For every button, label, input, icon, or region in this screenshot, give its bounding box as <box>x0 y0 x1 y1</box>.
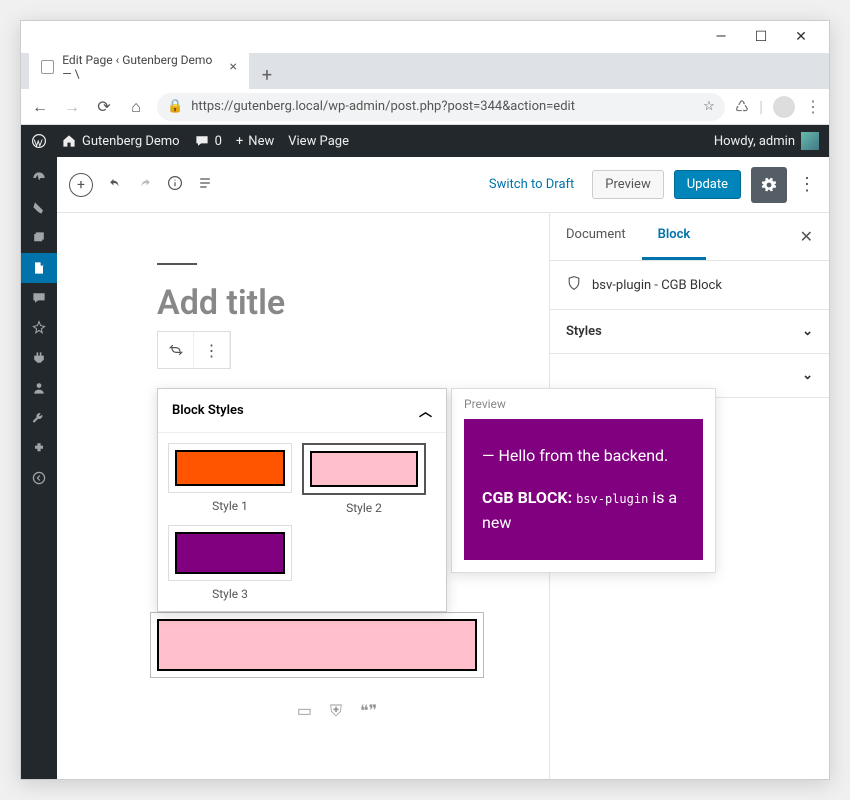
window-close-button[interactable]: ✕ <box>781 23 821 51</box>
browser-tabs-row: Edit Page ‹ Gutenberg Demo — \ × + <box>21 53 829 89</box>
home-icon <box>61 133 77 149</box>
quote-block-icon[interactable]: ❝❞ <box>360 701 377 721</box>
editor-canvas[interactable]: Add title ⋮ Block Styles ︿ <box>57 213 549 779</box>
tab-document[interactable]: Document <box>550 213 642 260</box>
browser-tab[interactable]: Edit Page ‹ Gutenberg Demo — \ × <box>29 45 249 89</box>
wp-admin-bar: Gutenberg Demo 0 + New View Page Howdy, … <box>21 125 829 157</box>
transform-block-button[interactable] <box>158 332 194 368</box>
wp-admin-menu <box>21 157 57 779</box>
menu-users[interactable] <box>21 373 57 403</box>
block-appender-icons: ▭ ⛨ ❝❞ <box>157 701 477 721</box>
chevron-down-icon: ⌄ <box>802 368 813 383</box>
selected-block[interactable] <box>157 619 477 671</box>
reload-button[interactable]: ⟳ <box>93 97 115 116</box>
home-button[interactable]: ⌂ <box>125 97 147 117</box>
url-text: https://gutenberg.local/wp-admin/post.ph… <box>191 99 695 114</box>
user-avatar <box>801 132 819 150</box>
preview-block-content: — Hello from the backend. CGB BLOCK: bsv… <box>464 419 703 560</box>
update-button[interactable]: Update <box>674 170 741 199</box>
menu-pages[interactable] <box>21 253 57 283</box>
howdy-user[interactable]: Howdy, admin <box>714 132 819 150</box>
window-maximize-button[interactable]: ☐ <box>741 23 781 51</box>
block-styles-heading[interactable]: Block Styles ︿ <box>158 389 446 433</box>
editor-top-toolbar: + Switch to Draft Preview Update ⋮ <box>57 157 829 213</box>
back-button[interactable]: ← <box>29 97 51 117</box>
image-block-icon[interactable]: ▭ <box>297 701 312 721</box>
profile-avatar[interactable] <box>773 96 795 118</box>
browser-window: — ☐ ✕ Edit Page ‹ Gutenberg Demo — \ × +… <box>20 20 830 780</box>
info-button[interactable] <box>167 175 183 195</box>
menu-comments[interactable] <box>21 283 57 313</box>
block-more-button[interactable]: ⋮ <box>194 332 230 368</box>
address-bar[interactable]: 🔒 https://gutenberg.local/wp-admin/post.… <box>157 93 725 121</box>
post-title-input[interactable]: Add title <box>157 263 529 323</box>
view-page-link[interactable]: View Page <box>288 134 349 149</box>
content-row: + Switch to Draft Preview Update ⋮ Add t… <box>21 157 829 779</box>
block-toolbar: ⋮ <box>157 331 231 369</box>
preview-button[interactable]: Preview <box>592 170 663 199</box>
style-option-3[interactable]: Style 3 <box>168 525 292 601</box>
preview-label: Preview <box>452 389 715 419</box>
comment-icon <box>194 133 210 149</box>
sidebar-panel-styles[interactable]: Styles ⌄ <box>550 310 829 354</box>
menu-appearance[interactable] <box>21 313 57 343</box>
menu-settings[interactable] <box>21 433 57 463</box>
gutenberg-editor: + Switch to Draft Preview Update ⋮ Add t… <box>57 157 829 779</box>
menu-tools[interactable] <box>21 403 57 433</box>
comments-link[interactable]: 0 <box>194 133 222 149</box>
settings-gear-button[interactable] <box>751 167 787 203</box>
chevron-down-icon: ⌄ <box>802 324 813 339</box>
star-icon[interactable]: ☆ <box>703 99 715 114</box>
menu-collapse[interactable] <box>21 463 57 493</box>
redo-button[interactable] <box>137 175 153 195</box>
style-option-2[interactable]: Style 2 <box>302 443 426 515</box>
sidebar-close-button[interactable]: ✕ <box>784 213 829 260</box>
sidebar-tabs: Document Block ✕ <box>550 213 829 261</box>
add-block-button[interactable]: + <box>69 173 93 197</box>
window-minimize-button[interactable]: — <box>701 23 741 51</box>
tab-favicon <box>41 60 54 74</box>
shield-block-icon[interactable]: ⛨ <box>330 701 342 721</box>
sidebar-block-header: bsv-plugin - CGB Block <box>550 261 829 310</box>
browser-toolbar: ← → ⟳ ⌂ 🔒 https://gutenberg.local/wp-adm… <box>21 89 829 125</box>
new-tab-button[interactable]: + <box>253 61 281 89</box>
lock-icon: 🔒 <box>167 99 183 114</box>
extension-icon[interactable]: ♺ <box>735 97 749 116</box>
undo-button[interactable] <box>107 175 123 195</box>
forward-button[interactable]: → <box>61 97 83 117</box>
menu-dashboard[interactable] <box>21 163 57 193</box>
more-options-button[interactable]: ⋮ <box>797 174 817 195</box>
tab-close-icon[interactable]: × <box>230 59 237 75</box>
shield-icon <box>566 275 582 295</box>
editor-body: Add title ⋮ Block Styles ︿ <box>57 213 829 779</box>
chevron-up-icon: ︿ <box>419 401 432 420</box>
plus-icon: + <box>236 134 243 149</box>
style-preview-popover: Preview — Hello from the backend. CGB BL… <box>451 388 716 573</box>
browser-menu-icon[interactable]: ⋮ <box>805 97 821 116</box>
menu-posts[interactable] <box>21 193 57 223</box>
wp-logo[interactable] <box>31 133 47 149</box>
tab-title: Edit Page ‹ Gutenberg Demo — \ <box>62 53 221 81</box>
block-styles-popover: Block Styles ︿ Style 1 Style 2 <box>157 388 447 612</box>
outline-button[interactable] <box>197 175 213 195</box>
site-name-link[interactable]: Gutenberg Demo <box>61 133 180 149</box>
menu-media[interactable] <box>21 223 57 253</box>
menu-plugins[interactable] <box>21 343 57 373</box>
new-content-link[interactable]: + New <box>236 134 274 149</box>
switch-to-draft-link[interactable]: Switch to Draft <box>489 177 574 192</box>
browser-right-icons: ♺ | ⋮ <box>735 96 821 118</box>
tab-block[interactable]: Block <box>642 213 707 260</box>
style-option-1[interactable]: Style 1 <box>168 443 292 515</box>
